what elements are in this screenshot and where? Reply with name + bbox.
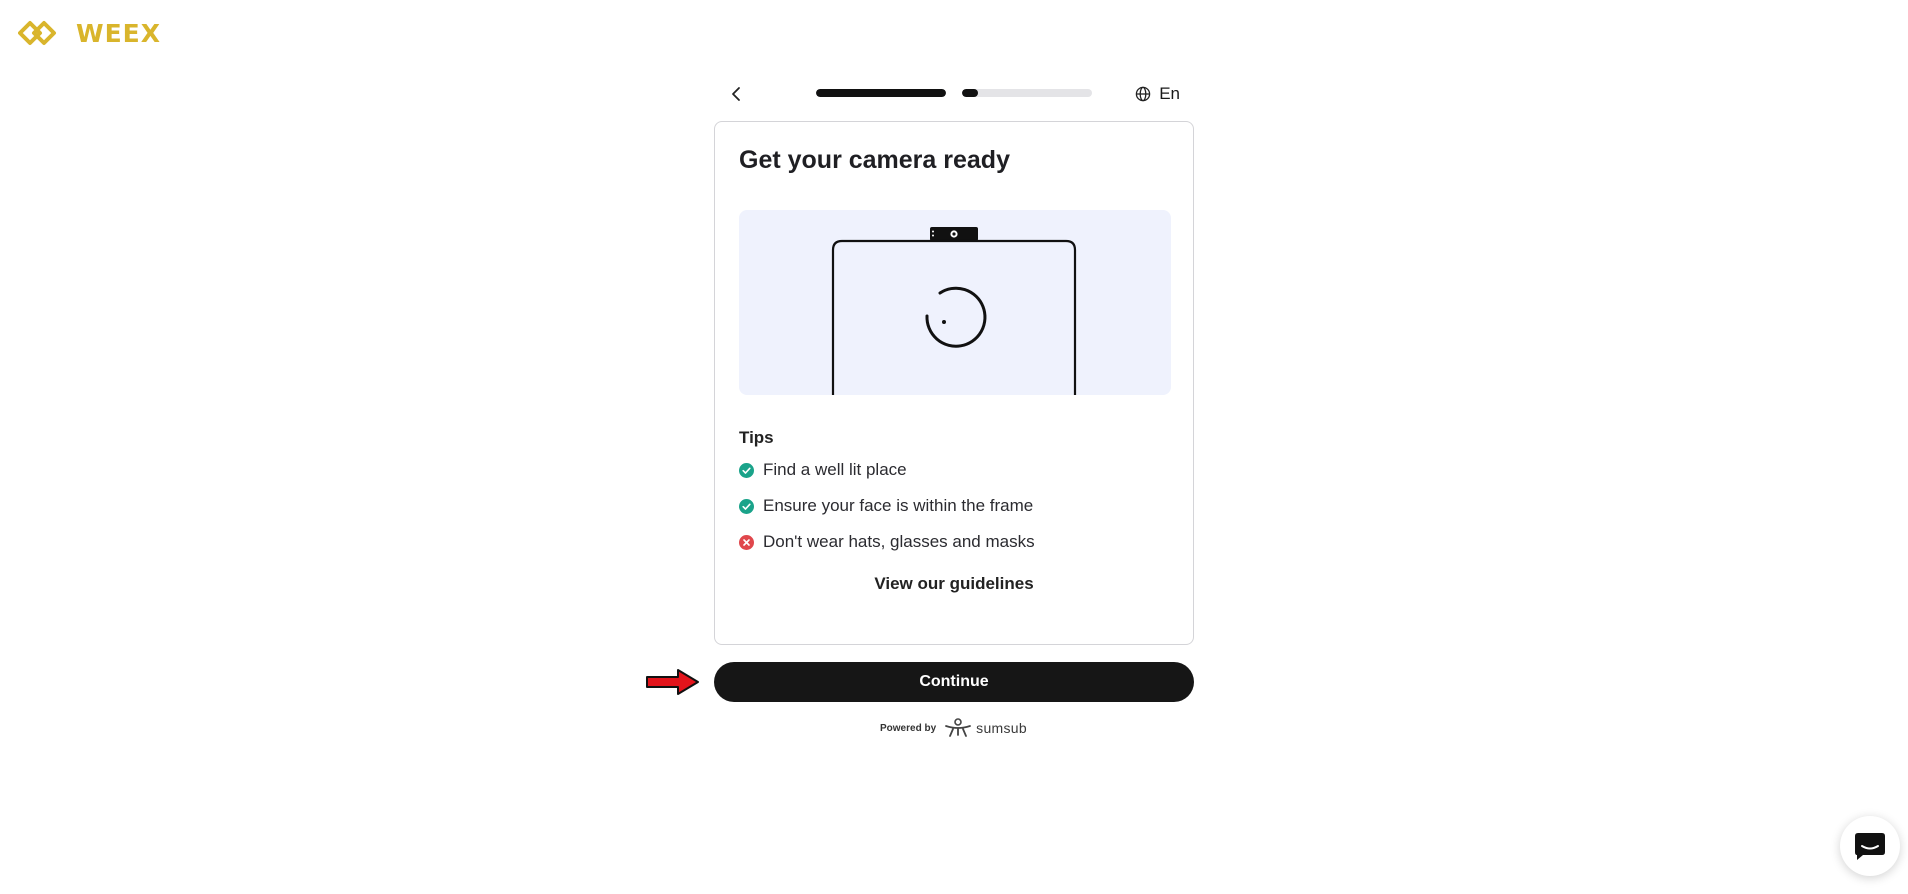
progress-step-1 [816, 89, 946, 97]
camera-illustration [739, 210, 1171, 395]
view-guidelines-link[interactable]: View our guidelines [715, 574, 1193, 594]
tip-text: Don't wear hats, glasses and masks [763, 532, 1035, 551]
tip-item: Ensure your face is within the frame [739, 494, 1033, 518]
powered-by-label: Powered by [880, 722, 937, 734]
tip-item: Find a well lit place [739, 458, 907, 482]
x-circle-icon [739, 534, 754, 550]
check-circle-icon [739, 498, 754, 514]
weex-logo[interactable]: WEEX [18, 18, 161, 48]
camera-ready-card: Get your camera ready Tips Find a well l… [714, 121, 1194, 645]
back-button[interactable] [724, 82, 748, 106]
chat-bubble-icon [1855, 833, 1885, 860]
tip-text: Ensure your face is within the frame [763, 496, 1034, 515]
progress-step-1-fill [816, 89, 946, 97]
weex-logo-icon [18, 21, 56, 45]
continue-button[interactable]: Continue [714, 662, 1194, 702]
flow-header: En [714, 78, 1194, 108]
red-arrow-icon [646, 669, 699, 695]
laptop-camera-icon [831, 227, 1077, 395]
powered-by: Powered by sumsub [880, 718, 1027, 738]
tips-heading: Tips [739, 428, 774, 447]
tip-text: Find a well lit place [763, 460, 907, 479]
sumsub-logo[interactable]: sumsub [944, 718, 1027, 738]
tip-item: Don't wear hats, glasses and masks [739, 530, 1035, 554]
check-circle-icon [739, 462, 754, 478]
sumsub-icon [945, 718, 972, 737]
progress-step-2-fill [962, 89, 978, 97]
page-title: Get your camera ready [739, 146, 1010, 174]
language-selector[interactable]: En [1135, 82, 1180, 106]
logo-text: WEEX [76, 18, 162, 48]
chevron-left-icon [732, 87, 740, 101]
language-label: En [1159, 84, 1180, 103]
globe-icon [1135, 86, 1151, 102]
progress-step-2 [962, 89, 1092, 97]
chat-button[interactable] [1840, 816, 1900, 876]
sumsub-name: sumsub [976, 720, 1027, 736]
